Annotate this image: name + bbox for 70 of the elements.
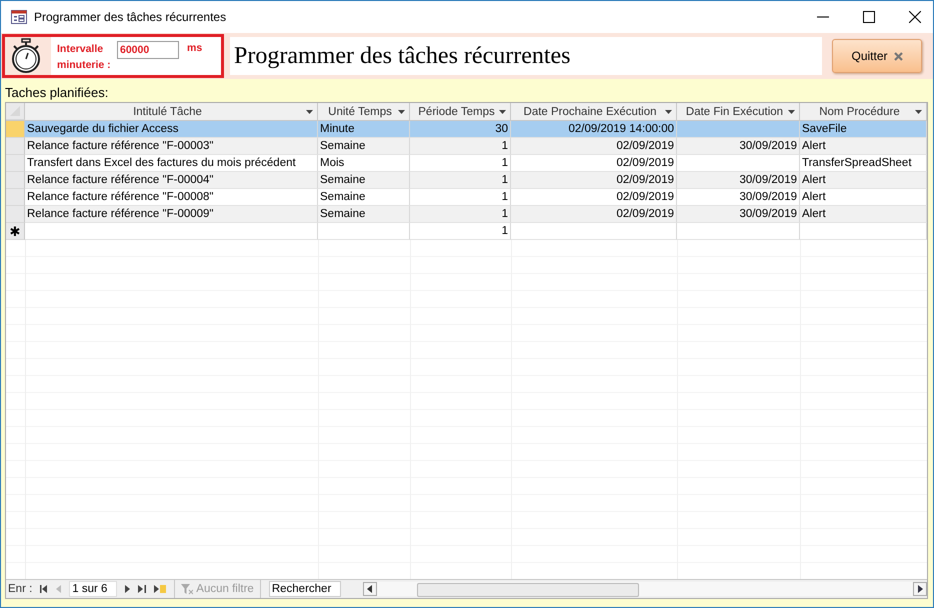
table-cell: Sauvegarde du fichier Access bbox=[25, 121, 318, 138]
table-cell: 1 bbox=[410, 206, 511, 223]
table-cell[interactable] bbox=[677, 223, 800, 240]
new-record-icon[interactable] bbox=[154, 585, 166, 593]
dropdown-icon[interactable] bbox=[788, 110, 795, 114]
scroll-right-icon[interactable] bbox=[913, 582, 927, 596]
dropdown-icon[interactable] bbox=[915, 110, 922, 114]
table-row[interactable]: Sauvegarde du fichier Access Minute 30 02/09/2019 14:00:00 SaveFile bbox=[6, 121, 927, 138]
table-cell: Semaine bbox=[318, 138, 410, 155]
close-icon[interactable] bbox=[909, 11, 921, 23]
table-cell: 30/09/2019 bbox=[677, 172, 800, 189]
record-position-field[interactable]: 1 sur 6 bbox=[69, 581, 118, 597]
dropdown-icon[interactable] bbox=[499, 110, 506, 114]
maximize-icon[interactable] bbox=[863, 11, 875, 23]
record-label: Enr : bbox=[8, 583, 32, 595]
column-header[interactable]: Date Prochaine Exécution bbox=[511, 103, 677, 120]
interval-label: Intervalle minuterie : bbox=[57, 42, 112, 73]
column-header[interactable]: Intitulé Tâche bbox=[25, 103, 318, 120]
horizontal-scrollbar[interactable] bbox=[362, 581, 927, 597]
new-record-marker[interactable]: ✱ bbox=[6, 223, 25, 240]
first-record-icon[interactable] bbox=[40, 585, 48, 593]
table-cell[interactable] bbox=[318, 223, 410, 240]
table-cell: Alert bbox=[800, 206, 927, 223]
table-cell: Alert bbox=[800, 172, 927, 189]
table-cell: Minute bbox=[318, 121, 410, 138]
close-icon bbox=[894, 52, 902, 60]
search-field[interactable]: Rechercher bbox=[268, 581, 341, 597]
table-cell: 30/09/2019 bbox=[677, 206, 800, 223]
unit-label: ms bbox=[187, 41, 202, 55]
dropdown-icon[interactable] bbox=[306, 110, 313, 114]
column-header[interactable]: Nom Procédure bbox=[800, 103, 927, 120]
table-cell[interactable]: 1 bbox=[410, 223, 511, 240]
table-row[interactable]: Relance facture référence "F-00009" Semaine 1 02/09/2019 30/09/2019 Alert bbox=[6, 206, 927, 223]
dropdown-icon[interactable] bbox=[398, 110, 405, 114]
table-cell: Semaine bbox=[318, 172, 410, 189]
quit-button[interactable]: Quitter bbox=[832, 39, 922, 73]
column-header[interactable]: Période Temps bbox=[410, 103, 511, 120]
table-cell: Relance facture référence "F-00009" bbox=[25, 206, 318, 223]
column-header[interactable]: Date Fin Exécution bbox=[677, 103, 800, 120]
table-cell[interactable] bbox=[25, 223, 318, 240]
table-cell: 1 bbox=[410, 172, 511, 189]
stopwatch-icon bbox=[9, 38, 43, 74]
table-row[interactable]: Relance facture référence "F-00004" Semaine 1 02/09/2019 30/09/2019 Alert bbox=[6, 172, 927, 189]
section-label: Taches planifiées: bbox=[5, 85, 110, 102]
filter-icon bbox=[181, 584, 194, 594]
table-cell: 02/09/2019 bbox=[511, 138, 677, 155]
table-cell[interactable] bbox=[511, 223, 677, 240]
table-row[interactable]: Relance facture référence "F-00003" Semaine 1 02/09/2019 30/09/2019 Alert bbox=[6, 138, 927, 155]
interval-field[interactable]: 60000 bbox=[117, 41, 179, 59]
column-header[interactable]: Unité Temps bbox=[318, 103, 410, 120]
table-cell[interactable] bbox=[800, 223, 927, 240]
table-cell: Relance facture référence "F-00003" bbox=[25, 138, 318, 155]
table-cell: 30 bbox=[410, 121, 511, 138]
table-cell: SaveFile bbox=[800, 121, 927, 138]
table-cell: 30/09/2019 bbox=[677, 138, 800, 155]
table-cell: Semaine bbox=[318, 206, 410, 223]
table-cell: Relance facture référence "F-00004" bbox=[25, 172, 318, 189]
table-cell: 02/09/2019 bbox=[511, 172, 677, 189]
table-cell: 02/09/2019 14:00:00 bbox=[511, 121, 677, 138]
table-cell: Alert bbox=[800, 138, 927, 155]
table-cell: 02/09/2019 bbox=[511, 206, 677, 223]
table-cell: 1 bbox=[410, 138, 511, 155]
form-icon bbox=[11, 10, 27, 24]
form-title: Programmer des tâches récurrentes bbox=[230, 37, 822, 75]
window-title: Programmer des tâches récurrentes bbox=[34, 10, 226, 24]
dropdown-icon[interactable] bbox=[665, 110, 672, 114]
next-record-icon[interactable] bbox=[125, 585, 130, 593]
scroll-left-icon[interactable] bbox=[362, 582, 377, 596]
scroll-thumb[interactable] bbox=[416, 583, 639, 597]
last-record-icon[interactable] bbox=[138, 585, 146, 593]
